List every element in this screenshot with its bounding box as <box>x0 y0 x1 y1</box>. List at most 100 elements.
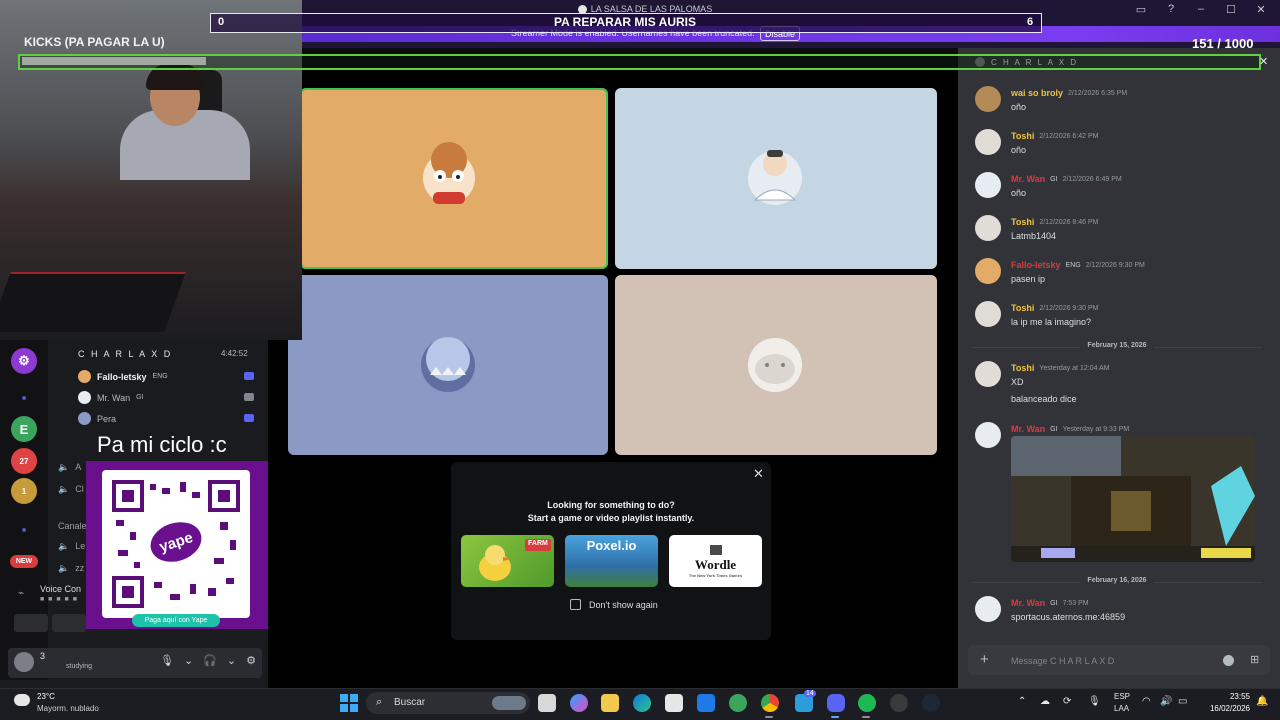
avatar[interactable] <box>975 596 1001 622</box>
window-controls: ▭ ? – ☐ ✕ <box>1132 3 1270 16</box>
avatar[interactable] <box>975 361 1001 387</box>
xbox-icon[interactable] <box>729 694 747 712</box>
close-icon[interactable]: ✕ <box>1259 55 1268 68</box>
volume-icon[interactable]: 🔊 <box>1160 696 1172 707</box>
avatar[interactable] <box>975 86 1001 112</box>
cloud-icon[interactable] <box>14 694 30 706</box>
plus-icon[interactable]: + <box>980 651 989 668</box>
avatar[interactable] <box>975 258 1001 284</box>
voice-member[interactable]: Pera <box>78 412 116 425</box>
help-icon[interactable]: ? <box>1162 3 1180 16</box>
battery-icon[interactable]: ▭ <box>1178 696 1187 707</box>
server-icon[interactable]: E <box>11 416 37 442</box>
message-author[interactable]: Mr. Wan <box>1011 598 1045 608</box>
avatar[interactable] <box>975 422 1001 448</box>
dont-show-checkbox[interactable] <box>570 599 581 610</box>
bell-icon[interactable]: 🔔 <box>1256 696 1268 707</box>
clock-time[interactable]: 23:55 <box>1206 692 1250 701</box>
steam-icon[interactable] <box>922 694 940 712</box>
server-icon[interactable]: ▪ <box>11 384 37 410</box>
headphones-icon[interactable]: 🎧 <box>203 654 217 667</box>
spotify-icon[interactable] <box>858 694 876 712</box>
taskbar-search-label: Buscar <box>394 697 426 708</box>
chevron-up-icon[interactable]: ⌃ <box>1018 696 1026 707</box>
camera-off-button[interactable] <box>14 614 48 632</box>
message-author[interactable]: Toshi <box>1011 363 1034 373</box>
apps-icon[interactable]: ⊞ <box>1250 653 1259 666</box>
weather-temperature[interactable]: 23°C <box>37 692 55 701</box>
avatar[interactable] <box>975 129 1001 155</box>
chat-panel <box>958 48 1280 688</box>
message-author[interactable]: Fallo-letsky <box>1011 260 1061 270</box>
message-header: Toshi 2/12/2026 8:46 PM <box>1011 217 1099 227</box>
voice-channel-item[interactable]: 🔈 A <box>58 462 81 473</box>
emoji-icon[interactable] <box>1223 655 1234 666</box>
guild-tag-badge: GI <box>1050 175 1058 183</box>
avatar[interactable] <box>975 301 1001 327</box>
gear-icon[interactable]: ⚙ <box>246 654 256 667</box>
message-author[interactable]: Mr. Wan <box>1011 424 1045 434</box>
message-author[interactable]: Toshi <box>1011 303 1034 313</box>
voice-channel-title[interactable]: C H A R L A X D <box>78 349 172 359</box>
participant-avatar-4 <box>615 275 937 455</box>
voice-member[interactable]: Mr. Wan GI <box>78 391 144 404</box>
voice-channel-item[interactable]: 🔈 zz <box>58 563 84 574</box>
start-button[interactable] <box>340 694 358 712</box>
participant-tile-3[interactable] <box>288 275 608 455</box>
message-author[interactable]: Toshi <box>1011 217 1034 227</box>
input-language[interactable]: ESP <box>1114 692 1130 701</box>
participant-tile-4[interactable] <box>615 275 937 455</box>
obs-icon[interactable] <box>890 694 908 712</box>
microphone-icon[interactable]: 🎙 <box>1088 696 1101 707</box>
channel-label: A <box>75 462 82 472</box>
clock-date[interactable]: 16/02/2026 <box>1196 704 1250 713</box>
game-card-wordle[interactable]: Wordle The New York Times Games <box>669 535 762 587</box>
message-author[interactable]: wai so broly <box>1011 88 1063 98</box>
edge-icon[interactable] <box>633 694 651 712</box>
tray-app-icon[interactable]: ⟳ <box>1063 696 1071 707</box>
server-icon[interactable]: 1 <box>11 478 37 504</box>
voice-channel-item[interactable]: 🔈 Cl <box>58 484 84 495</box>
weather-description[interactable]: Mayorm. nublado <box>37 704 99 713</box>
message-image-attachment[interactable] <box>1011 436 1255 562</box>
input-layout[interactable]: LAA <box>1114 704 1129 713</box>
channel-category[interactable]: Canale <box>58 521 87 531</box>
message-author[interactable]: Toshi <box>1011 131 1034 141</box>
chrome-icon[interactable] <box>761 694 779 712</box>
store-icon[interactable] <box>665 694 683 712</box>
minimize-icon[interactable]: – <box>1192 3 1210 16</box>
file-explorer-icon[interactable] <box>601 694 619 712</box>
microphone-icon[interactable]: 🎙 <box>160 654 174 667</box>
search-highlight-icon[interactable] <box>492 696 526 710</box>
participant-tile-1[interactable] <box>300 88 608 269</box>
game-card-poxel[interactable]: Poxel.io <box>565 535 658 587</box>
avatar[interactable] <box>14 652 34 672</box>
copilot-icon[interactable] <box>570 694 588 712</box>
maximize-icon[interactable]: ☐ <box>1222 3 1240 16</box>
close-icon[interactable]: ✕ <box>753 466 764 482</box>
avatar[interactable] <box>975 172 1001 198</box>
avatar <box>78 391 91 404</box>
voice-member[interactable]: Fallo-letsky ENG <box>78 370 168 383</box>
server-icon[interactable]: 27 <box>11 448 37 474</box>
chevron-down-icon[interactable]: ⌄ <box>184 654 193 667</box>
voice-channel-item[interactable]: 🔈 Le <box>58 541 85 552</box>
close-icon[interactable]: ✕ <box>1252 3 1270 16</box>
server-icon[interactable]: ⚙ <box>11 348 37 374</box>
screen-share-button[interactable] <box>52 614 86 632</box>
editor-icon[interactable] <box>697 694 715 712</box>
server-icon[interactable]: ▪ <box>11 516 37 542</box>
game-card-wordle-sub: The New York Times Games <box>688 572 743 578</box>
participant-tile-2[interactable] <box>615 88 937 269</box>
webcam-keyboard <box>0 272 186 332</box>
inbox-icon[interactable]: ▭ <box>1132 3 1150 16</box>
wifi-icon[interactable]: ◠ <box>1142 696 1151 707</box>
message-header: Mr. Wan GI 7:53 PM <box>1011 598 1089 608</box>
tray-app-icon[interactable]: ☁ <box>1040 696 1050 707</box>
chevron-down-icon[interactable]: ⌄ <box>227 654 236 667</box>
avatar[interactable] <box>975 215 1001 241</box>
task-view-icon[interactable] <box>538 694 556 712</box>
game-card-farm[interactable]: FARM <box>461 535 554 587</box>
discord-icon[interactable] <box>827 694 845 712</box>
message-author[interactable]: Mr. Wan <box>1011 174 1045 184</box>
